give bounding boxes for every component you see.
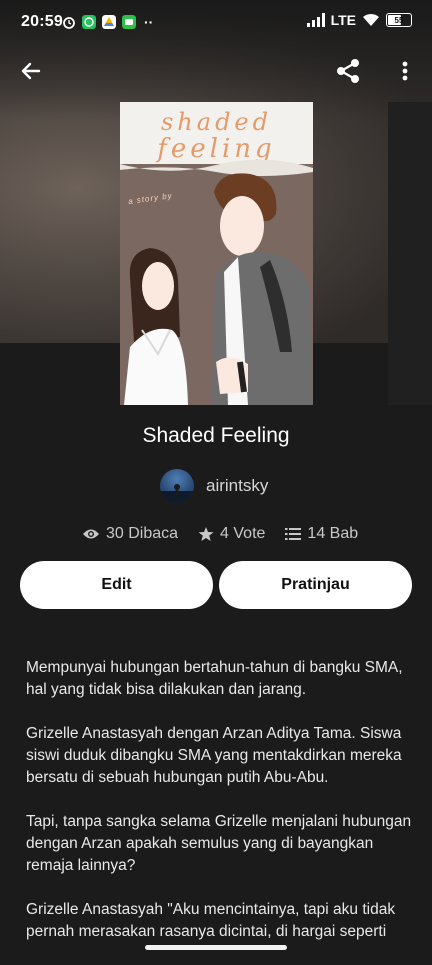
book-title: Shaded Feeling <box>142 424 290 447</box>
status-right: LTE 55 <box>306 12 412 28</box>
notification-icons: ·· <box>62 14 153 30</box>
alarm-icon <box>63 17 75 29</box>
author-link[interactable]: airintsky <box>160 469 268 503</box>
status-time: 20:59 <box>21 13 63 30</box>
battery-level: 55 <box>394 15 404 25</box>
status-bar: 20:59 ·· LTE 55 <box>0 0 432 42</box>
messages-icon <box>122 15 136 29</box>
parts-count: 14 Bab <box>307 525 359 542</box>
star-icon <box>198 527 214 541</box>
votes-stat: 4 Vote <box>198 525 265 543</box>
parts-stat: 14 Bab <box>285 525 358 543</box>
author-name: airintsky <box>206 476 269 495</box>
list-icon <box>285 528 302 540</box>
home-indicator[interactable] <box>145 945 287 950</box>
next-book-cover[interactable] <box>388 102 432 405</box>
share-icon <box>337 59 359 83</box>
book-stats: 30 Dibaca 4 Vote 14 Bab <box>82 525 378 543</box>
eye-icon <box>83 529 99 539</box>
battery-icon: 55 <box>386 13 412 27</box>
description-paragraph: Tapi, tanpa sangka selama Grizelle menja… <box>26 813 412 874</box>
back-button[interactable] <box>19 59 43 88</box>
reads-stat: 30 Dibaca <box>82 525 178 543</box>
more-notifications-icon: ·· <box>144 14 154 30</box>
book-description: Mempunyai hubungan bertahun-tahun di ban… <box>26 657 416 965</box>
description-paragraph: Grizelle Anastasyah dengan Arzan Aditya … <box>26 725 402 786</box>
wifi-icon <box>363 13 379 26</box>
book-cover[interactable]: shaded feeling a story by <box>120 102 313 405</box>
more-vertical-icon <box>402 61 408 81</box>
description-paragraph: Mempunyai hubungan bertahun-tahun di ban… <box>26 659 403 698</box>
share-button[interactable] <box>334 57 362 90</box>
more-options-button[interactable] <box>395 59 415 88</box>
network-type: LTE <box>330 12 356 28</box>
reads-count: 30 Dibaca <box>106 525 179 542</box>
whatsapp-icon <box>82 15 96 29</box>
votes-count: 4 Vote <box>220 525 266 542</box>
avatar <box>160 469 194 503</box>
arrow-left-icon <box>21 62 41 80</box>
signal-icon <box>306 13 325 27</box>
drive-icon <box>102 15 116 29</box>
cover-illustration <box>120 159 313 405</box>
edit-button[interactable]: Edit <box>20 561 213 609</box>
preview-button[interactable]: Pratinjau <box>219 561 412 609</box>
description-paragraph: Grizelle Anastasyah "Aku mencintainya, t… <box>26 901 396 940</box>
